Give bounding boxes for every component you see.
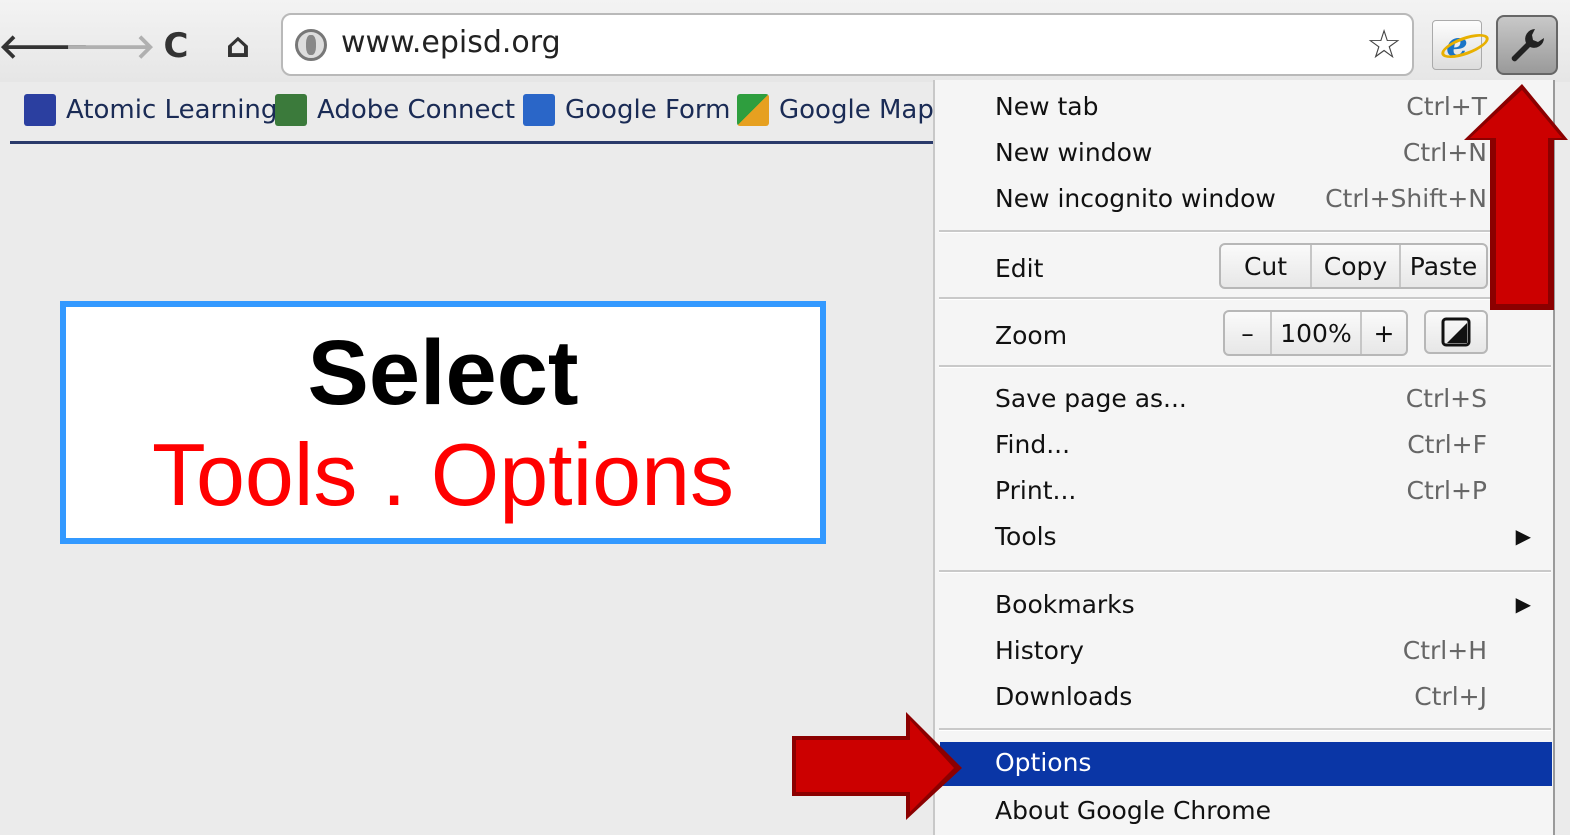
zoom-in-button[interactable]: +: [1360, 312, 1406, 354]
bookmark-star-icon[interactable]: ☆: [1366, 21, 1402, 69]
menu-separator: [939, 570, 1551, 573]
fullscreen-button[interactable]: [1424, 310, 1488, 354]
browser-toolbar: 🡐 🡒 C ⌂ www.episd.org ☆ e: [0, 0, 1570, 82]
internet-explorer-icon: e: [1446, 25, 1468, 65]
home-icon: ⌂: [225, 26, 251, 66]
menu-separator: [939, 728, 1551, 731]
menu-item-options[interactable]: Options: [940, 742, 1552, 786]
menu-item-bookmarks[interactable]: Bookmarks ▶: [935, 584, 1553, 628]
wrench-menu-button[interactable]: [1496, 15, 1558, 75]
cut-button[interactable]: Cut: [1221, 245, 1310, 287]
menu-item-save-page[interactable]: Save page as... Ctrl+S: [935, 378, 1553, 422]
bookmark-label: Google Maps: [779, 95, 948, 125]
home-button[interactable]: ⌂: [218, 22, 258, 70]
reload-icon: C: [163, 26, 189, 66]
menu-item-tools[interactable]: Tools ▶: [935, 516, 1553, 560]
google-maps-icon: [737, 94, 769, 126]
bookmark-google-maps[interactable]: Google Maps: [737, 90, 947, 130]
back-button[interactable]: 🡐: [0, 22, 90, 70]
bookmark-adobe-connect[interactable]: Adobe Connect: [275, 90, 515, 130]
red-up-arrow-icon: [1464, 84, 1568, 310]
copy-button[interactable]: Copy: [1310, 245, 1399, 287]
submenu-arrow-icon: ▶: [1515, 592, 1531, 616]
callout-instruction: Tools . Options: [151, 425, 735, 524]
adobe-connect-icon: [275, 94, 307, 126]
menu-separator: [939, 365, 1551, 368]
forward-arrow-icon: 🡒: [64, 26, 156, 67]
menu-item-about-google-chrome[interactable]: About Google Chrome: [935, 790, 1553, 834]
bookmark-label: Google Form: [565, 95, 731, 125]
globe-icon: [295, 29, 327, 61]
fullscreen-icon: [1441, 317, 1471, 347]
red-right-arrow-icon: [792, 712, 962, 820]
reload-button[interactable]: C: [156, 22, 196, 70]
url-text[interactable]: www.episd.org: [341, 25, 561, 60]
forward-button[interactable]: 🡒: [64, 22, 155, 70]
address-bar[interactable]: www.episd.org ☆: [281, 13, 1414, 76]
wrench-icon: [1511, 29, 1544, 62]
instruction-callout: Select Tools . Options: [60, 301, 826, 544]
bookmark-atomic-learning[interactable]: Atomic Learning: [24, 90, 277, 130]
zoom-level: 100%: [1270, 312, 1360, 354]
google-form-icon: [523, 94, 555, 126]
submenu-arrow-icon: ▶: [1515, 524, 1531, 548]
ie-tab-button[interactable]: e: [1432, 20, 1482, 70]
menu-item-find[interactable]: Find... Ctrl+F: [935, 424, 1553, 468]
zoom-out-button[interactable]: –: [1225, 312, 1270, 354]
bookmark-label: Atomic Learning: [66, 95, 278, 125]
bookmarks-bar: Atomic Learning Adobe Connect Google For…: [10, 82, 947, 144]
bookmark-label: Adobe Connect: [317, 95, 516, 125]
menu-item-print[interactable]: Print... Ctrl+P: [935, 470, 1553, 514]
callout-heading: Select: [307, 322, 579, 424]
edit-button-group: Cut Copy Paste: [1219, 243, 1488, 289]
menu-item-downloads[interactable]: Downloads Ctrl+J: [935, 676, 1553, 720]
menu-item-history[interactable]: History Ctrl+H: [935, 630, 1553, 674]
atomic-learning-icon: [24, 94, 56, 126]
bookmark-google-form[interactable]: Google Form: [523, 90, 730, 130]
zoom-button-group: – 100% +: [1223, 310, 1408, 356]
